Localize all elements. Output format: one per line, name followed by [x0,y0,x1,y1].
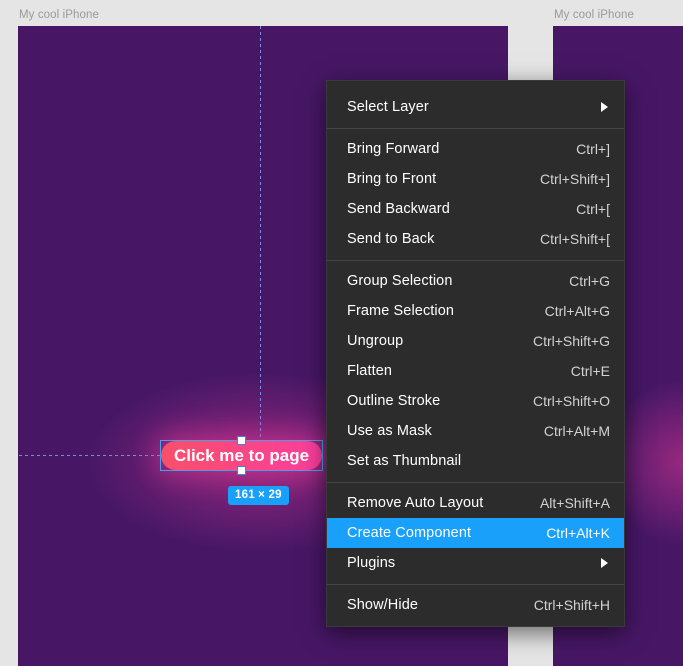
submenu-arrow-icon [601,558,608,568]
size-badge: 161 × 29 [228,486,289,505]
menu-item-label: Outline Stroke [347,393,441,409]
frame-label-1[interactable]: My cool iPhone [19,9,99,21]
vertical-alignment-guide [260,26,261,456]
menu-group: Group Selection Ctrl+G Frame Selection Ctrl… [327,261,624,482]
menu-item-label: Group Selection [347,273,453,289]
menu-item-shortcut: Ctrl+Shift+O [532,393,610,409]
menu-item-show-hide[interactable]: Show/Hide Ctrl+Shift+H [327,590,624,620]
frame-label-2[interactable]: My cool iPhone [554,9,634,21]
menu-item-ungroup[interactable]: Ungroup Ctrl+Shift+G [327,326,624,356]
menu-item-shortcut: Ctrl+[ [576,201,610,217]
menu-item-shortcut: Ctrl+Shift+G [532,333,610,349]
menu-item-shortcut: Ctrl+Alt+M [543,423,610,439]
menu-item-shortcut: Alt+Shift+A [539,495,610,511]
menu-item-label: Select Layer [347,99,429,115]
menu-item-group-selection[interactable]: Group Selection Ctrl+G [327,266,624,296]
menu-group: Remove Auto Layout Alt+Shift+A Create Comp… [327,483,624,584]
menu-item-label: Bring to Front [347,171,437,187]
menu-item-bring-forward[interactable]: Bring Forward Ctrl+] [327,134,624,164]
context-menu[interactable]: Select Layer Bring Forward Ctrl+] Bring to … [326,80,625,627]
horizontal-alignment-guide [19,455,161,456]
selected-button-wrapper[interactable]: Click me to page [160,436,323,475]
menu-group: Bring Forward Ctrl+] Bring to Front Ctrl+Sh… [327,129,624,260]
menu-item-send-backward[interactable]: Send Backward Ctrl+[ [327,194,624,224]
menu-item-flatten[interactable]: Flatten Ctrl+E [327,356,624,386]
menu-item-shortcut: Ctrl+] [576,141,610,157]
menu-item-bring-to-front[interactable]: Bring to Front Ctrl+Shift+] [327,164,624,194]
menu-item-label: Plugins [347,555,396,571]
menu-item-shortcut: Ctrl+Shift+] [539,171,610,187]
menu-item-label: Send Backward [347,201,450,217]
resize-handle-bottom[interactable] [237,466,246,475]
menu-item-shortcut: Ctrl+Shift+H [533,597,610,613]
menu-item-frame-selection[interactable]: Frame Selection Ctrl+Alt+G [327,296,624,326]
menu-item-shortcut: Ctrl+G [569,273,610,289]
menu-group: Show/Hide Ctrl+Shift+H [327,585,624,626]
menu-item-outline-stroke[interactable]: Outline Stroke Ctrl+Shift+O [327,386,624,416]
design-editor-screen: My cool iPhone My cool iPhone Click me t… [0,0,683,666]
menu-item-label: Use as Mask [347,423,432,439]
menu-item-create-component[interactable]: Create Component Ctrl+Alt+K [327,518,624,548]
menu-item-remove-auto-layout[interactable]: Remove Auto Layout Alt+Shift+A [327,488,624,518]
menu-item-shortcut: Ctrl+E [570,363,610,379]
menu-item-label: Set as Thumbnail [347,453,462,469]
menu-item-shortcut: Ctrl+Alt+K [546,525,610,541]
menu-item-shortcut: Ctrl+Shift+[ [539,231,610,247]
menu-group: Select Layer [327,87,624,128]
menu-item-send-to-back[interactable]: Send to Back Ctrl+Shift+[ [327,224,624,254]
menu-item-label: Show/Hide [347,597,419,613]
menu-item-set-as-thumbnail[interactable]: Set as Thumbnail [327,446,624,476]
menu-item-label: Send to Back [347,231,435,247]
menu-item-plugins[interactable]: Plugins [327,548,624,578]
menu-item-select-layer[interactable]: Select Layer [327,92,624,122]
submenu-arrow-icon [601,102,608,112]
menu-item-label: Remove Auto Layout [347,495,484,511]
resize-handle-top[interactable] [237,436,246,445]
menu-item-label: Ungroup [347,333,404,349]
menu-item-label: Frame Selection [347,303,455,319]
menu-item-shortcut: Ctrl+Alt+G [544,303,610,319]
menu-item-use-as-mask[interactable]: Use as Mask Ctrl+Alt+M [327,416,624,446]
menu-item-label: Create Component [347,525,472,541]
menu-item-label: Bring Forward [347,141,440,157]
menu-item-label: Flatten [347,363,393,379]
